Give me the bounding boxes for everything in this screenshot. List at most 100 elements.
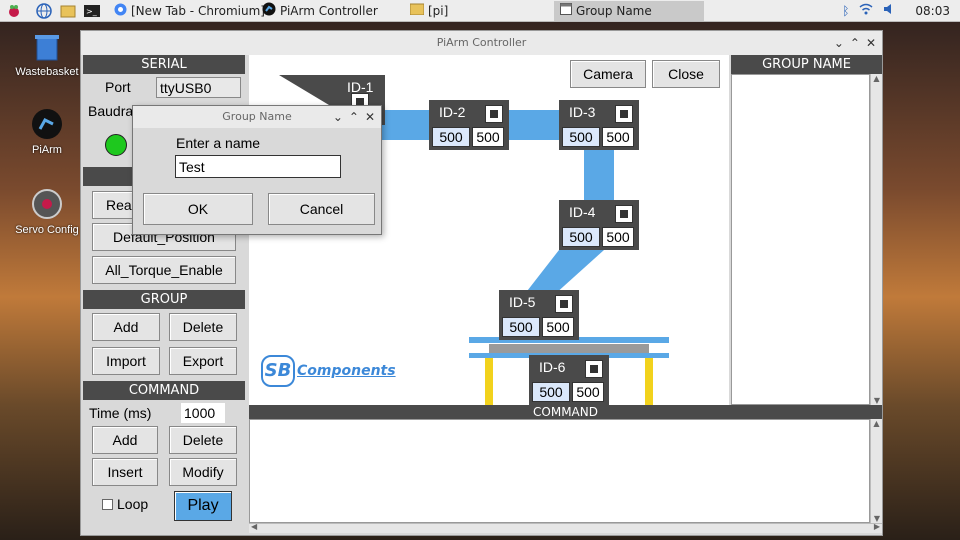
group-name-dialog: Group Name ⌄ ⌃ ✕ Enter a name Test OK Ca… — [132, 105, 382, 235]
command-delete-button[interactable]: Delete — [169, 426, 237, 454]
time-label: Time (ms) — [89, 405, 152, 421]
group-import-button[interactable]: Import — [92, 347, 160, 375]
servo-id-4[interactable]: ID-4 500 500 — [559, 200, 639, 250]
scroll-right-icon[interactable]: ▶ — [874, 522, 880, 531]
desktop-icon-piarm[interactable]: PiArm — [12, 108, 82, 156]
servo-torque-checkbox[interactable] — [585, 360, 603, 378]
svg-text:>_: >_ — [86, 7, 98, 16]
servo-id-label: ID-5 — [509, 294, 536, 310]
servo-target-field[interactable]: 500 — [602, 127, 634, 147]
dialog-ok-button[interactable]: OK — [143, 193, 253, 225]
scroll-left-icon[interactable]: ◀ — [251, 522, 257, 531]
serial-header: SERIAL — [83, 55, 245, 74]
maximize-icon[interactable]: ⌃ — [850, 31, 860, 55]
task-group-name[interactable]: Group Name — [554, 0, 704, 21]
servo-position-field[interactable]: 500 — [432, 127, 470, 147]
servo-id-3[interactable]: ID-3 500 500 — [559, 100, 639, 150]
servo-position-field[interactable]: 500 — [532, 382, 570, 402]
bluetooth-icon[interactable]: ᛒ — [842, 4, 849, 18]
desktop-icon-servo-config[interactable]: Servo Config — [12, 188, 82, 236]
task-piarm-controller[interactable]: PiArm Controller — [256, 1, 404, 21]
command-add-button[interactable]: Add — [92, 426, 158, 454]
camera-button[interactable]: Camera — [570, 60, 646, 88]
group-add-button[interactable]: Add — [92, 313, 160, 341]
play-button[interactable]: Play — [174, 491, 232, 521]
servo-id-6[interactable]: ID-6 500 500 — [529, 355, 609, 405]
servo-position-field[interactable]: 500 — [502, 317, 540, 337]
time-field[interactable]: 1000 — [181, 403, 225, 423]
command-list-hscroll[interactable]: ◀ ▶ — [249, 522, 882, 533]
minimize-icon[interactable]: ⌄ — [834, 31, 844, 55]
servo-target-field[interactable]: 500 — [602, 227, 634, 247]
servo-torque-checkbox[interactable] — [615, 205, 633, 223]
connection-status-indicator — [105, 134, 127, 156]
scroll-down-icon[interactable]: ▼ — [871, 396, 883, 405]
task-chromium[interactable]: [New Tab - Chromium] — [108, 1, 265, 21]
command-header-left: COMMAND — [83, 381, 245, 400]
minimize-icon[interactable]: ⌄ — [333, 106, 343, 128]
close-icon[interactable]: ✕ — [866, 31, 876, 55]
sb-logo-mark-icon: SB — [261, 355, 295, 387]
servo-target-field[interactable]: 500 — [572, 382, 604, 402]
web-browser-icon[interactable] — [36, 2, 52, 19]
command-insert-button[interactable]: Insert — [92, 458, 158, 486]
group-name-header: GROUP NAME — [731, 55, 882, 74]
wifi-icon[interactable] — [859, 3, 873, 18]
sb-components-logo: SB Components — [261, 355, 396, 387]
file-manager-icon[interactable] — [60, 3, 76, 19]
command-list[interactable] — [249, 419, 870, 523]
command-header: COMMAND — [249, 405, 882, 419]
servo-position-field[interactable]: 500 — [562, 127, 600, 147]
window-icon — [560, 3, 572, 18]
dialog-cancel-button[interactable]: Cancel — [268, 193, 375, 225]
servo-target-field[interactable]: 500 — [472, 127, 504, 147]
task-pi-folder[interactable]: [pi] — [404, 1, 554, 21]
servo-id-label: ID-3 — [569, 104, 596, 120]
close-button[interactable]: Close — [652, 60, 720, 88]
group-export-button[interactable]: Export — [169, 347, 237, 375]
terminal-icon[interactable]: >_ — [84, 3, 100, 19]
command-modify-button[interactable]: Modify — [169, 458, 237, 486]
maximize-icon[interactable]: ⌃ — [349, 106, 359, 128]
group-name-panel: GROUP NAME ▲ ▼ — [731, 55, 882, 405]
loop-checkbox[interactable] — [102, 499, 113, 510]
trash-icon — [31, 30, 63, 62]
port-field[interactable]: ttyUSB0 — [156, 77, 241, 98]
servo-torque-checkbox[interactable] — [485, 105, 503, 123]
piarm-app-icon — [31, 108, 63, 140]
group-list-scrollbar[interactable]: ▲ ▼ — [870, 74, 882, 405]
loop-label: Loop — [117, 496, 149, 512]
close-icon[interactable]: ✕ — [365, 106, 375, 128]
servo-id-label: ID-4 — [569, 204, 596, 220]
servo-torque-checkbox[interactable] — [555, 295, 573, 313]
window-titlebar[interactable]: PiArm Controller ⌄ ⌃ ✕ — [81, 31, 882, 55]
command-area: COMMAND ▲ ▼ ◀ ▶ — [249, 405, 882, 533]
servo-target-field[interactable]: 500 — [542, 317, 574, 337]
baudrate-label: Baudra — [88, 103, 134, 119]
taskbar: >_ [New Tab - Chromium] PiArm Controller… — [0, 0, 960, 22]
servo-id-label: ID-2 — [439, 104, 466, 120]
servo-id-label: ID-6 — [539, 359, 566, 375]
group-header: GROUP — [83, 290, 245, 309]
piarm-icon — [262, 2, 276, 19]
group-delete-button[interactable]: Delete — [169, 313, 237, 341]
servo-id-2[interactable]: ID-2 500 500 — [429, 100, 509, 150]
scroll-up-icon[interactable]: ▲ — [871, 419, 882, 428]
servo-position-field[interactable]: 500 — [562, 227, 600, 247]
scroll-up-icon[interactable]: ▲ — [871, 74, 882, 83]
all-torque-enable-button[interactable]: All_Torque_Enable — [92, 256, 236, 284]
servo-config-icon — [31, 188, 63, 220]
servo-id-5[interactable]: ID-5 500 500 — [499, 290, 579, 340]
dialog-prompt: Enter a name — [176, 135, 261, 151]
group-name-input[interactable]: Test — [175, 155, 341, 178]
group-name-list[interactable] — [731, 74, 870, 405]
clock[interactable]: 08:03 — [915, 4, 950, 18]
desktop-icon-wastebasket[interactable]: Wastebasket — [12, 30, 82, 78]
volume-icon[interactable] — [883, 3, 897, 18]
chromium-icon — [114, 3, 127, 19]
raspberry-menu-icon[interactable] — [6, 3, 22, 19]
folder-icon — [409, 3, 425, 18]
command-list-vscroll[interactable]: ▲ ▼ — [870, 419, 882, 523]
dialog-titlebar[interactable]: Group Name ⌄ ⌃ ✕ — [133, 106, 381, 128]
servo-torque-checkbox[interactable] — [615, 105, 633, 123]
